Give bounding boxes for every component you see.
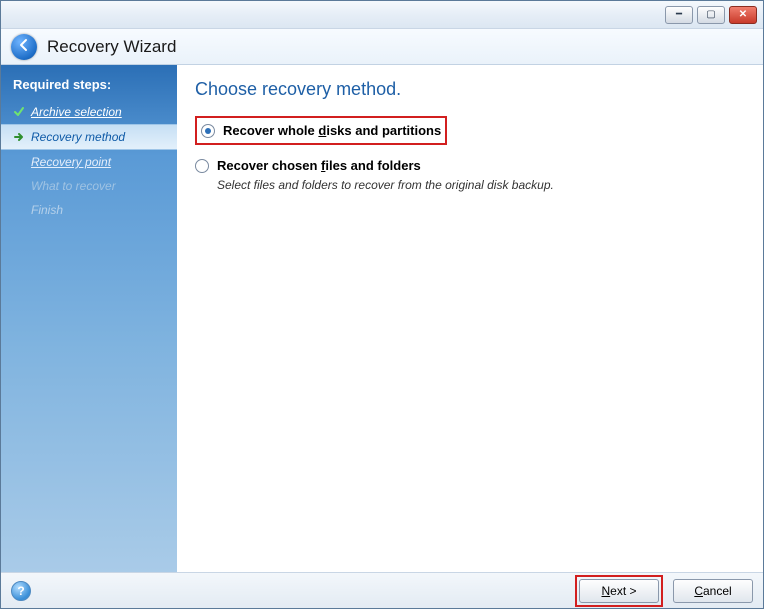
help-button[interactable]: ? bbox=[11, 581, 31, 601]
option-recover-files[interactable]: Recover chosen files and folders bbox=[195, 155, 745, 176]
step-label: Archive selection bbox=[31, 105, 122, 119]
maximize-button[interactable]: ▢ bbox=[697, 6, 725, 24]
help-icon: ? bbox=[17, 584, 24, 598]
step-what-to-recover: What to recover bbox=[1, 174, 177, 198]
close-icon: ✕ bbox=[739, 9, 747, 20]
next-button[interactable]: Next > bbox=[579, 579, 659, 603]
option-recover-disks[interactable]: Recover whole disks and partitions bbox=[201, 120, 441, 141]
arrow-left-icon bbox=[17, 38, 31, 55]
highlight-box: Recover whole disks and partitions bbox=[195, 116, 447, 145]
highlight-box: Next > bbox=[575, 575, 663, 607]
cancel-button[interactable]: Cancel bbox=[673, 579, 753, 603]
minimize-icon: ━ bbox=[676, 9, 682, 20]
step-label: Recovery method bbox=[31, 130, 125, 144]
radio-icon bbox=[201, 124, 215, 138]
arrow-right-icon bbox=[13, 131, 25, 143]
step-label: Recovery point bbox=[31, 155, 111, 169]
option-label: Recover whole disks and partitions bbox=[223, 123, 441, 138]
steps-sidebar: Required steps: Archive selection Recove… bbox=[1, 65, 177, 572]
step-label: Finish bbox=[31, 203, 63, 217]
sidebar-section-title: Required steps: bbox=[1, 73, 177, 100]
close-button[interactable]: ✕ bbox=[729, 6, 757, 24]
content-title: Choose recovery method. bbox=[195, 79, 745, 100]
back-button[interactable] bbox=[11, 34, 37, 60]
step-archive-selection[interactable]: Archive selection bbox=[1, 100, 177, 124]
step-recovery-method: Recovery method bbox=[1, 124, 177, 150]
maximize-icon: ▢ bbox=[706, 9, 715, 20]
radio-icon bbox=[195, 159, 209, 173]
minimize-button[interactable]: ━ bbox=[665, 6, 693, 24]
option-label: Recover chosen files and folders bbox=[217, 158, 421, 173]
step-recovery-point[interactable]: Recovery point bbox=[1, 150, 177, 174]
option-description: Select files and folders to recover from… bbox=[195, 176, 745, 192]
step-finish: Finish bbox=[1, 198, 177, 222]
window-title: Recovery Wizard bbox=[47, 37, 176, 57]
check-icon bbox=[13, 106, 25, 118]
step-label: What to recover bbox=[31, 179, 116, 193]
content-panel: Choose recovery method. Recover whole di… bbox=[177, 65, 763, 572]
